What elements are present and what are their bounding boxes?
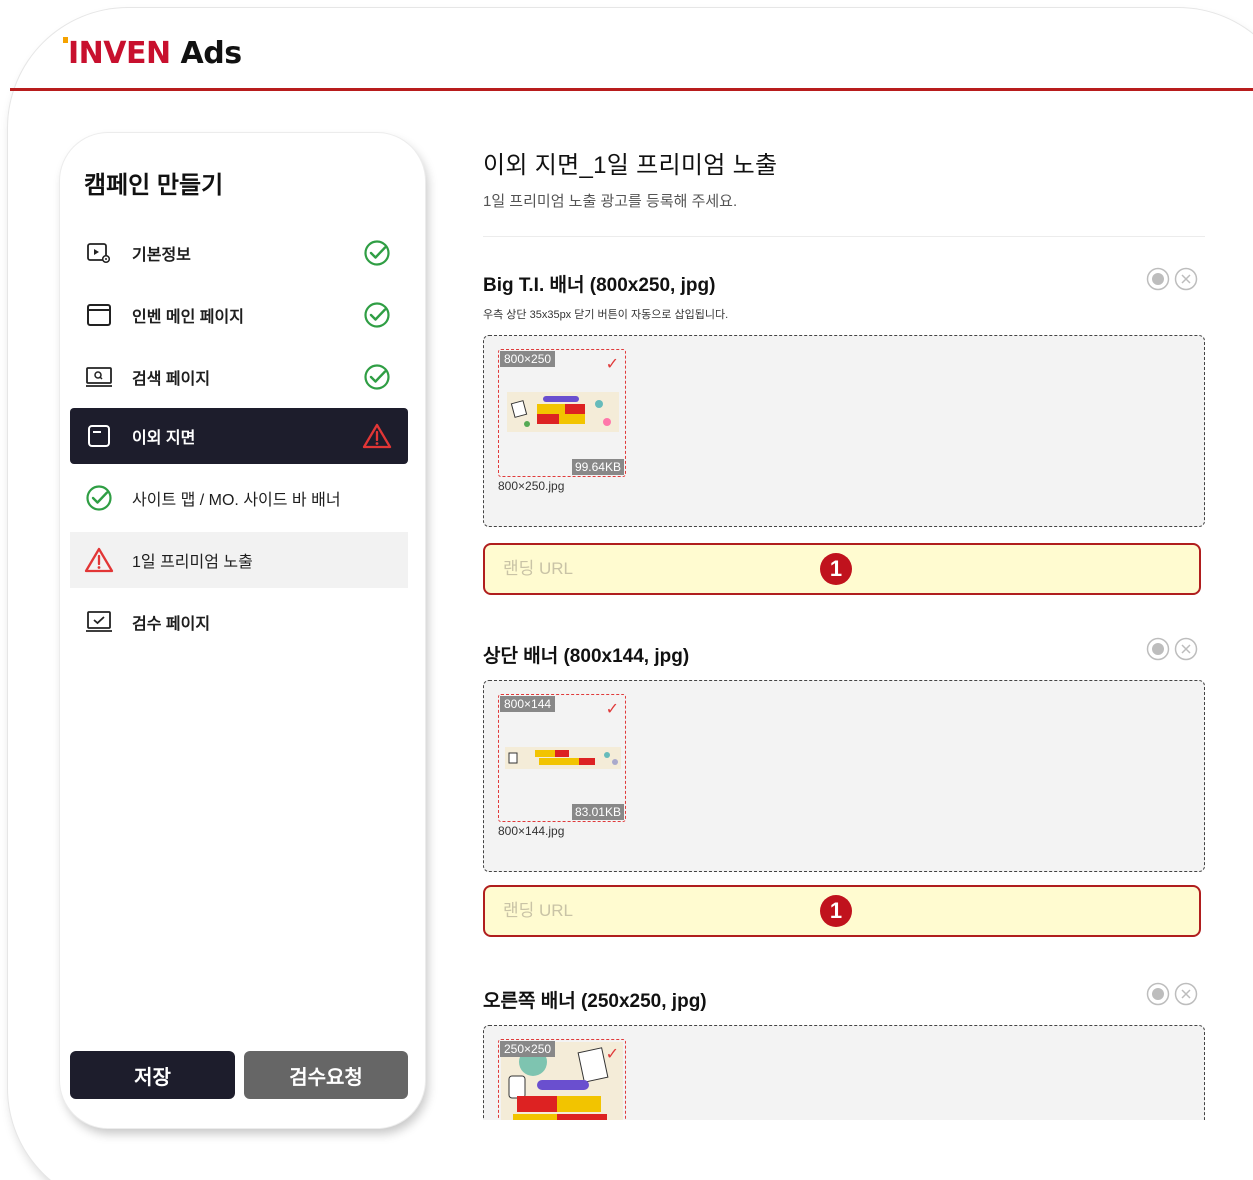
sidebar-item-basic-info[interactable]: 기본정보 [70, 225, 408, 281]
check-circle-icon [82, 481, 116, 515]
close-icon[interactable] [1174, 982, 1198, 1011]
sidebar-item-label: 인벤 메인 페이지 [132, 309, 244, 326]
search-page-icon [82, 360, 116, 394]
close-icon[interactable] [1174, 637, 1198, 666]
step-badge: 1 [820, 553, 852, 585]
logo-inven: INVEN [68, 36, 171, 71]
landing-url-field[interactable]: 1 [483, 885, 1201, 937]
banner-preview-image [505, 747, 621, 769]
sidebar-title: 캠페인 만들기 [84, 172, 224, 199]
logo-ads: Ads [170, 36, 243, 71]
section-divider [483, 236, 1205, 237]
file-size-label: 99.64KB [571, 459, 624, 475]
sidebar-item-other-placements[interactable]: 이외 지면 [70, 408, 408, 464]
file-name: 800×144.jpg [498, 824, 565, 838]
inven-ads-logo[interactable]: INVEN Ads [68, 36, 242, 71]
step-badge: 1 [820, 895, 852, 927]
sidebar-item-inven-main[interactable]: 인벤 메인 페이지 [70, 287, 408, 343]
campaign-sidebar: 캠페인 만들기 기본정보 인벤 메인 페이지 검색 페이지 이외 지면 사이트 … [60, 133, 425, 1128]
upload-dropzone[interactable]: 250×250 ✓ [483, 1025, 1205, 1120]
media-settings-icon [82, 236, 116, 270]
image-dimension-label: 800×144 [500, 696, 556, 712]
check-icon: ✓ [605, 1046, 619, 1063]
check-icon: ✓ [605, 701, 619, 718]
landing-url-field[interactable]: 1 [483, 543, 1201, 595]
image-thumbnail[interactable]: 250×250 ✓ [498, 1039, 626, 1120]
window-icon [82, 298, 116, 332]
upload-dropzone[interactable]: 800×144 ✓ 83.01KB 800×144.jpg [483, 680, 1205, 872]
image-thumbnail[interactable]: 800×250 ✓ 99.64KB [498, 349, 626, 477]
sidebar-item-search-page[interactable]: 검색 페이지 [70, 349, 408, 405]
section-controls [1146, 982, 1198, 1011]
warning-icon [360, 419, 394, 453]
section-controls [1146, 637, 1198, 666]
section-note: 우측 상단 35x35px 닫기 버튼이 자동으로 삽입됩니다. [483, 309, 729, 321]
radio-icon[interactable] [1146, 267, 1170, 296]
page-title: 이외 지면_1일 프리미엄 노출 [483, 152, 778, 179]
page-subtitle: 1일 프리미엄 노출 광고를 등록해 주세요. [483, 193, 738, 210]
radio-icon[interactable] [1146, 982, 1170, 1011]
check-circle-icon [360, 298, 394, 332]
sidebar-item-label: 기본정보 [132, 247, 191, 264]
banner-preview-image [507, 392, 619, 432]
save-button[interactable]: 저장 [70, 1051, 235, 1099]
file-size-label: 83.01KB [571, 804, 624, 820]
check-circle-icon [360, 236, 394, 270]
main-content: 이외 지면_1일 프리미엄 노출 1일 프리미엄 노출 광고를 등록해 주세요.… [483, 0, 1205, 1120]
image-dimension-label: 250×250 [500, 1041, 556, 1057]
radio-icon[interactable] [1146, 637, 1170, 666]
sidebar-item-sitemap-banner[interactable]: 사이트 맵 / MO. 사이드 바 배너 [70, 470, 408, 526]
sidebar-item-label: 1일 프리미엄 노출 [132, 554, 253, 571]
close-icon[interactable] [1174, 267, 1198, 296]
section-title-right-banner: 오른쪽 배너 (250x250, jpg) [483, 991, 707, 1012]
sidebar-item-label: 사이트 맵 / MO. 사이드 바 배너 [132, 492, 341, 509]
section-title-top-banner: 상단 배너 (800x144, jpg) [483, 646, 690, 667]
sidebar-item-review-page[interactable]: 검수 페이지 [70, 594, 408, 650]
review-icon [82, 605, 116, 639]
warning-icon [82, 543, 116, 577]
image-dimension-label: 800×250 [500, 351, 556, 367]
request-review-button[interactable]: 검수요청 [244, 1051, 408, 1099]
image-thumbnail[interactable]: 800×144 ✓ 83.01KB [498, 694, 626, 822]
file-name: 800×250.jpg [498, 479, 565, 493]
sidebar-item-label: 이외 지면 [132, 430, 196, 447]
sidebar-item-label: 검색 페이지 [132, 371, 211, 388]
check-icon: ✓ [605, 356, 619, 373]
check-circle-icon [360, 360, 394, 394]
window-icon [82, 419, 116, 453]
upload-dropzone[interactable]: 800×250 ✓ 99.64KB 800×250.jpg [483, 335, 1205, 527]
sidebar-item-premium-exposure[interactable]: 1일 프리미엄 노출 [70, 532, 408, 588]
sidebar-item-label: 검수 페이지 [132, 616, 211, 633]
section-title-big-ti: Big T.I. 배너 (800x250, jpg) [483, 275, 716, 296]
section-controls [1146, 267, 1198, 296]
